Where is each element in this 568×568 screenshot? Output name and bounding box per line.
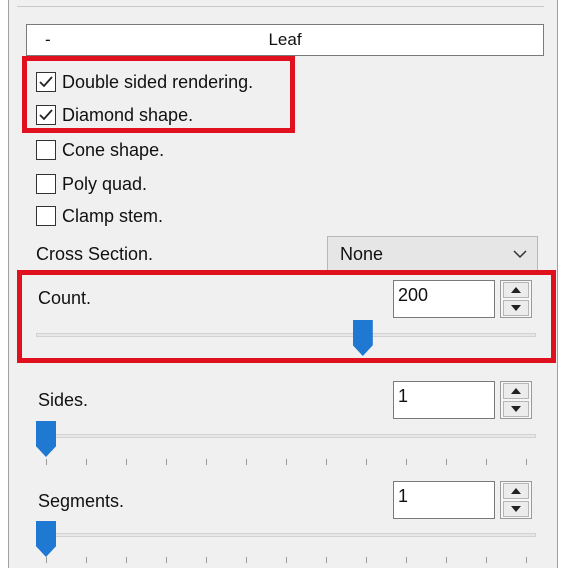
segments-slider-track[interactable] [36, 533, 536, 537]
checkbox-box[interactable] [36, 72, 56, 92]
slider-tick [286, 557, 287, 563]
slider-tick [526, 459, 527, 465]
sides-value: 1 [398, 386, 409, 406]
slider-tick [126, 459, 127, 465]
triangle-up-icon [511, 488, 521, 494]
segments-decrement-button[interactable] [503, 501, 529, 517]
slider-tick [326, 557, 327, 563]
sides-label: Sides. [38, 390, 89, 410]
sides-slider-ticks [46, 459, 527, 465]
checkbox-diamond-shape[interactable]: Diamond shape. [36, 102, 193, 128]
slider-tick [206, 557, 207, 563]
checkmark-icon [39, 109, 53, 121]
sides-increment-button[interactable] [503, 383, 529, 399]
checkbox-label: Poly quad. [62, 173, 148, 194]
segments-slider-ticks [46, 557, 527, 563]
triangle-down-icon [511, 406, 521, 412]
count-label: Count. [38, 288, 92, 308]
triangle-up-icon [511, 388, 521, 394]
sides-slider-track[interactable] [36, 434, 536, 438]
segments-increment-button[interactable] [503, 483, 529, 499]
slider-tick [166, 459, 167, 465]
triangle-up-icon [511, 287, 521, 293]
slider-tick [446, 459, 447, 465]
leaf-group-header[interactable]: - Leaf [26, 24, 544, 56]
chevron-down-icon [513, 250, 527, 259]
slider-tick [166, 557, 167, 563]
count-decrement-button[interactable] [503, 300, 529, 316]
cross-section-dropdown[interactable]: None [327, 236, 538, 273]
cross-section-label: Cross Section. [36, 244, 154, 264]
slider-tick [486, 459, 487, 465]
slider-tick [246, 459, 247, 465]
sides-input[interactable]: 1 [393, 381, 495, 419]
segments-input[interactable]: 1 [393, 481, 495, 519]
count-value: 200 [398, 285, 429, 305]
checkbox-cone-shape[interactable]: Cone shape. [36, 137, 164, 163]
checkbox-label: Cone shape. [62, 139, 165, 160]
checkbox-box[interactable] [36, 206, 56, 226]
checkbox-label: Double sided rendering. [62, 71, 254, 92]
checkbox-double-sided-rendering[interactable]: Double sided rendering. [36, 69, 253, 95]
slider-tick [406, 459, 407, 465]
slider-tick [86, 459, 87, 465]
slider-tick [326, 459, 327, 465]
group-title: Leaf [268, 30, 302, 49]
dropdown-value: None [340, 244, 384, 264]
slider-tick [206, 459, 207, 465]
slider-tick [406, 557, 407, 563]
slider-tick [486, 557, 487, 563]
checkbox-clamp-stem[interactable]: Clamp stem. [36, 203, 163, 229]
sides-spinner[interactable] [500, 381, 532, 419]
slider-tick [86, 557, 87, 563]
checkbox-box[interactable] [36, 105, 56, 125]
divider [17, 6, 544, 7]
slider-tick [366, 557, 367, 563]
segments-label: Segments. [38, 491, 125, 511]
checkbox-box[interactable] [36, 174, 56, 194]
checkmark-icon [39, 76, 53, 88]
sides-decrement-button[interactable] [503, 401, 529, 417]
slider-tick [246, 557, 247, 563]
count-spinner[interactable] [500, 280, 532, 318]
checkbox-box[interactable] [36, 140, 56, 160]
checkbox-label: Clamp stem. [62, 205, 164, 226]
segments-spinner[interactable] [500, 481, 532, 519]
slider-tick [526, 557, 527, 563]
slider-tick [46, 459, 47, 465]
triangle-down-icon [511, 305, 521, 311]
count-slider-track[interactable] [36, 333, 536, 337]
triangle-down-icon [511, 506, 521, 512]
slider-tick [366, 459, 367, 465]
checkbox-label: Diamond shape. [62, 104, 194, 125]
count-input[interactable]: 200 [393, 280, 495, 318]
slider-tick [126, 557, 127, 563]
slider-tick [46, 557, 47, 563]
slider-tick [446, 557, 447, 563]
checkbox-poly-quad[interactable]: Poly quad. [36, 171, 147, 197]
count-increment-button[interactable] [503, 282, 529, 298]
slider-tick [286, 459, 287, 465]
segments-value: 1 [398, 486, 409, 506]
